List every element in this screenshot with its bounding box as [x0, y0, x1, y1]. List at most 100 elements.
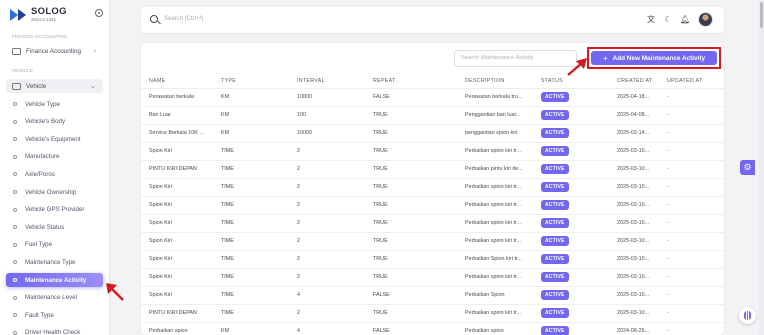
- sidebar-item-vehicle[interactable]: Vehicle ⌄: [6, 79, 103, 93]
- sidebar-subitem-label: Vehicle's Equipment: [25, 135, 81, 143]
- description-cell: Perbaikan spion kiri tr...: [457, 142, 533, 161]
- sidebar-subitem-fault-type[interactable]: Fault Type: [6, 308, 103, 322]
- status-cell: ACTIVE: [533, 88, 609, 107]
- column-header[interactable]: TYPE: [213, 74, 289, 89]
- circle-bullet-icon: [13, 102, 17, 106]
- updated-at-cell: -: [659, 124, 724, 143]
- brand[interactable]: SOLOG 2024.8.1441: [9, 5, 105, 25]
- search-icon[interactable]: [150, 15, 158, 23]
- add-maintenance-activity-button[interactable]: + Add New Maintenance Activity: [591, 51, 717, 65]
- finance-icon: [12, 47, 21, 55]
- name-cell: Spion Kiri: [141, 268, 213, 287]
- table-row[interactable]: Spion Kiri TIME 2 TRUE Perbaikan spion kiri …: [141, 232, 724, 251]
- interval-cell: 2: [289, 214, 365, 233]
- sidebar-subitem-manufacture[interactable]: Manufacture: [6, 150, 103, 164]
- column-header[interactable]: DESCRIPTION: [457, 74, 533, 89]
- updated-at-cell: -: [659, 286, 724, 305]
- repeat-cell: TRUE: [365, 196, 457, 215]
- sidebar-subitem-fuel-type[interactable]: Fuel Type: [6, 238, 103, 252]
- sidebar-subitem-maintenance-level[interactable]: Maintenance Level: [6, 291, 103, 305]
- sidebar-subitem-vehicle-ownership[interactable]: Vehicle Ownership: [6, 185, 103, 199]
- description-cell: Penggantian ban luar...: [457, 106, 533, 125]
- created-at-cell: 2025-03-14...: [609, 124, 659, 143]
- interval-cell: 2: [289, 178, 365, 197]
- sidebar-collapse-icon[interactable]: [95, 9, 103, 17]
- help-icon[interactable]: [739, 307, 756, 324]
- table-row[interactable]: PINTU KIRI DEPAN TIME 2 TRUE Perbaikan spion…: [141, 304, 724, 323]
- created-at-cell: 2025-03-10...: [609, 268, 659, 287]
- brand-version: 2024.8.1441: [31, 17, 57, 22]
- maintenance-activity-table: NAME TYPE INTERVAL REPEAT DESCRIPTION ST…: [141, 74, 724, 335]
- sidebar-subitem-label: Vehicle Ownership: [25, 188, 77, 196]
- section-label-finance: FINANCE ACCOUNTING: [12, 34, 68, 39]
- table-row[interactable]: Spion Kiri TIME 2 TRUE Perbaikan spion kiri …: [141, 142, 724, 161]
- interval-cell: 2: [289, 160, 365, 179]
- chevron-down-icon: ⌄: [90, 83, 96, 90]
- page-scrollbar[interactable]: [759, 0, 764, 335]
- table-row[interactable]: Perbaikan spion KM 4 FALSE Perbaikan spion AC…: [141, 322, 724, 335]
- avatar[interactable]: [698, 12, 713, 27]
- global-search-input[interactable]: Search (Ctrl+/): [164, 16, 203, 22]
- chevron-right-icon: ›: [93, 47, 96, 55]
- circle-bullet-icon: [13, 260, 17, 265]
- created-at-cell: 2025-04-18...: [609, 88, 659, 107]
- sidebar-subitem-label: Axle/Poros: [25, 170, 55, 178]
- sidebar-subitem-driver-health-check[interactable]: Driver Health Check: [6, 326, 103, 335]
- theme-moon-icon[interactable]: ☾: [663, 15, 673, 25]
- description-cell: Perbaikan spion kiri tr...: [457, 232, 533, 251]
- status-badge: ACTIVE: [541, 272, 569, 282]
- table-row[interactable]: Spion Kiri TIME 2 TRUE Perbaikan Spion kiri …: [141, 250, 724, 269]
- table-row[interactable]: Spion Kiri TIME 4 FALSE Perbaikan Spion ACTIV…: [141, 286, 724, 305]
- table-row[interactable]: Service Berkala 10K ... KM 10000 TRUE pengga…: [141, 124, 724, 143]
- created-at-cell: 2025-04-08...: [609, 106, 659, 125]
- table-row[interactable]: Spion Kiri TIME 2 TRUE Perbaikan spion kiri …: [141, 268, 724, 287]
- column-header[interactable]: CREATED AT: [609, 74, 659, 89]
- table-row[interactable]: Spion Kiri TIME 2 TRUE Perbaikan spion kiri …: [141, 196, 724, 215]
- pointer-arrow-icon: [567, 58, 587, 76]
- sidebar-subitem-vehicle-s-equipment[interactable]: Vehicle's Equipment: [6, 132, 103, 146]
- circle-bullet-icon: [13, 119, 17, 124]
- table-row[interactable]: Perawatan berkala KM 10000 FALSE Perawatan b…: [141, 88, 724, 107]
- sidebar-subitem-vehicle-gps-provider[interactable]: Vehicle GPS Provider: [6, 203, 103, 217]
- table-row[interactable]: Spion Kiri TIME 2 TRUE Perbaikan spion kiri …: [141, 214, 724, 233]
- repeat-cell: FALSE: [365, 286, 457, 305]
- column-header[interactable]: NAME: [141, 74, 213, 89]
- sidebar-subitem-vehicle-s-body[interactable]: Vehicle's Body: [6, 115, 103, 129]
- notification-bell-icon[interactable]: 🔔︎: [680, 15, 690, 25]
- repeat-cell: TRUE: [365, 214, 457, 233]
- sidebar-subitem-maintenance-type[interactable]: Maintenance Type: [6, 255, 103, 269]
- sidebar-subitem-vehicle-status[interactable]: Vehicle Status: [6, 220, 103, 234]
- table-row[interactable]: PINTU KIRI DEPAN TIME 2 TRUE Perbaikan pintu…: [141, 160, 724, 179]
- column-header[interactable]: REPEAT: [365, 74, 457, 89]
- sidebar: SOLOG 2024.8.1441 FINANCE ACCOUNTING Fin…: [0, 0, 110, 335]
- updated-at-cell: -: [659, 106, 724, 125]
- created-at-cell: 2024-08-26...: [609, 322, 659, 335]
- sidebar-subitem-vehicle-type[interactable]: Vehicle Type: [6, 97, 103, 111]
- table-row[interactable]: Spion Kiri TIME 2 TRUE Perbaikan spion kiri …: [141, 178, 724, 197]
- status-badge: ACTIVE: [541, 254, 569, 264]
- circle-bullet-icon: [13, 295, 17, 300]
- status-cell: ACTIVE: [533, 124, 609, 143]
- sidebar-subitem-axle-poros[interactable]: Axle/Poros: [6, 167, 103, 181]
- status-badge: ACTIVE: [541, 110, 569, 120]
- created-at-cell: 2025-03-10...: [609, 304, 659, 323]
- status-badge: ACTIVE: [541, 200, 569, 210]
- translate-icon[interactable]: 文: [646, 15, 656, 25]
- sidebar-subitem-maintenance-activity[interactable]: Maintenance Activity: [6, 273, 103, 287]
- status-cell: ACTIVE: [533, 232, 609, 251]
- maintenance-search-input[interactable]: Search Maintenance Activity: [454, 50, 577, 67]
- repeat-cell: TRUE: [365, 106, 457, 125]
- interval-cell: 100: [289, 106, 365, 125]
- settings-gear-icon[interactable]: ⚙︎: [740, 160, 755, 175]
- updated-at-cell: -: [659, 88, 724, 107]
- updated-at-cell: -: [659, 196, 724, 215]
- top-navbar: Search (Ctrl+/) 文 ☾ 🔔︎: [141, 7, 724, 33]
- table-row[interactable]: Ban Luar KM 100 TRUE Penggantian ban luar...…: [141, 106, 724, 125]
- scrollbar-thumb[interactable]: [760, 2, 763, 28]
- section-label-vehicle: VEHICLE: [12, 68, 34, 73]
- column-header[interactable]: INTERVAL: [289, 74, 365, 89]
- sidebar-item-finance-accounting[interactable]: Finance Accounting ›: [6, 44, 103, 58]
- column-header[interactable]: UPDATED AT: [659, 74, 724, 89]
- status-cell: ACTIVE: [533, 178, 609, 197]
- sidebar-subitem-label: Maintenance Activity: [25, 276, 87, 284]
